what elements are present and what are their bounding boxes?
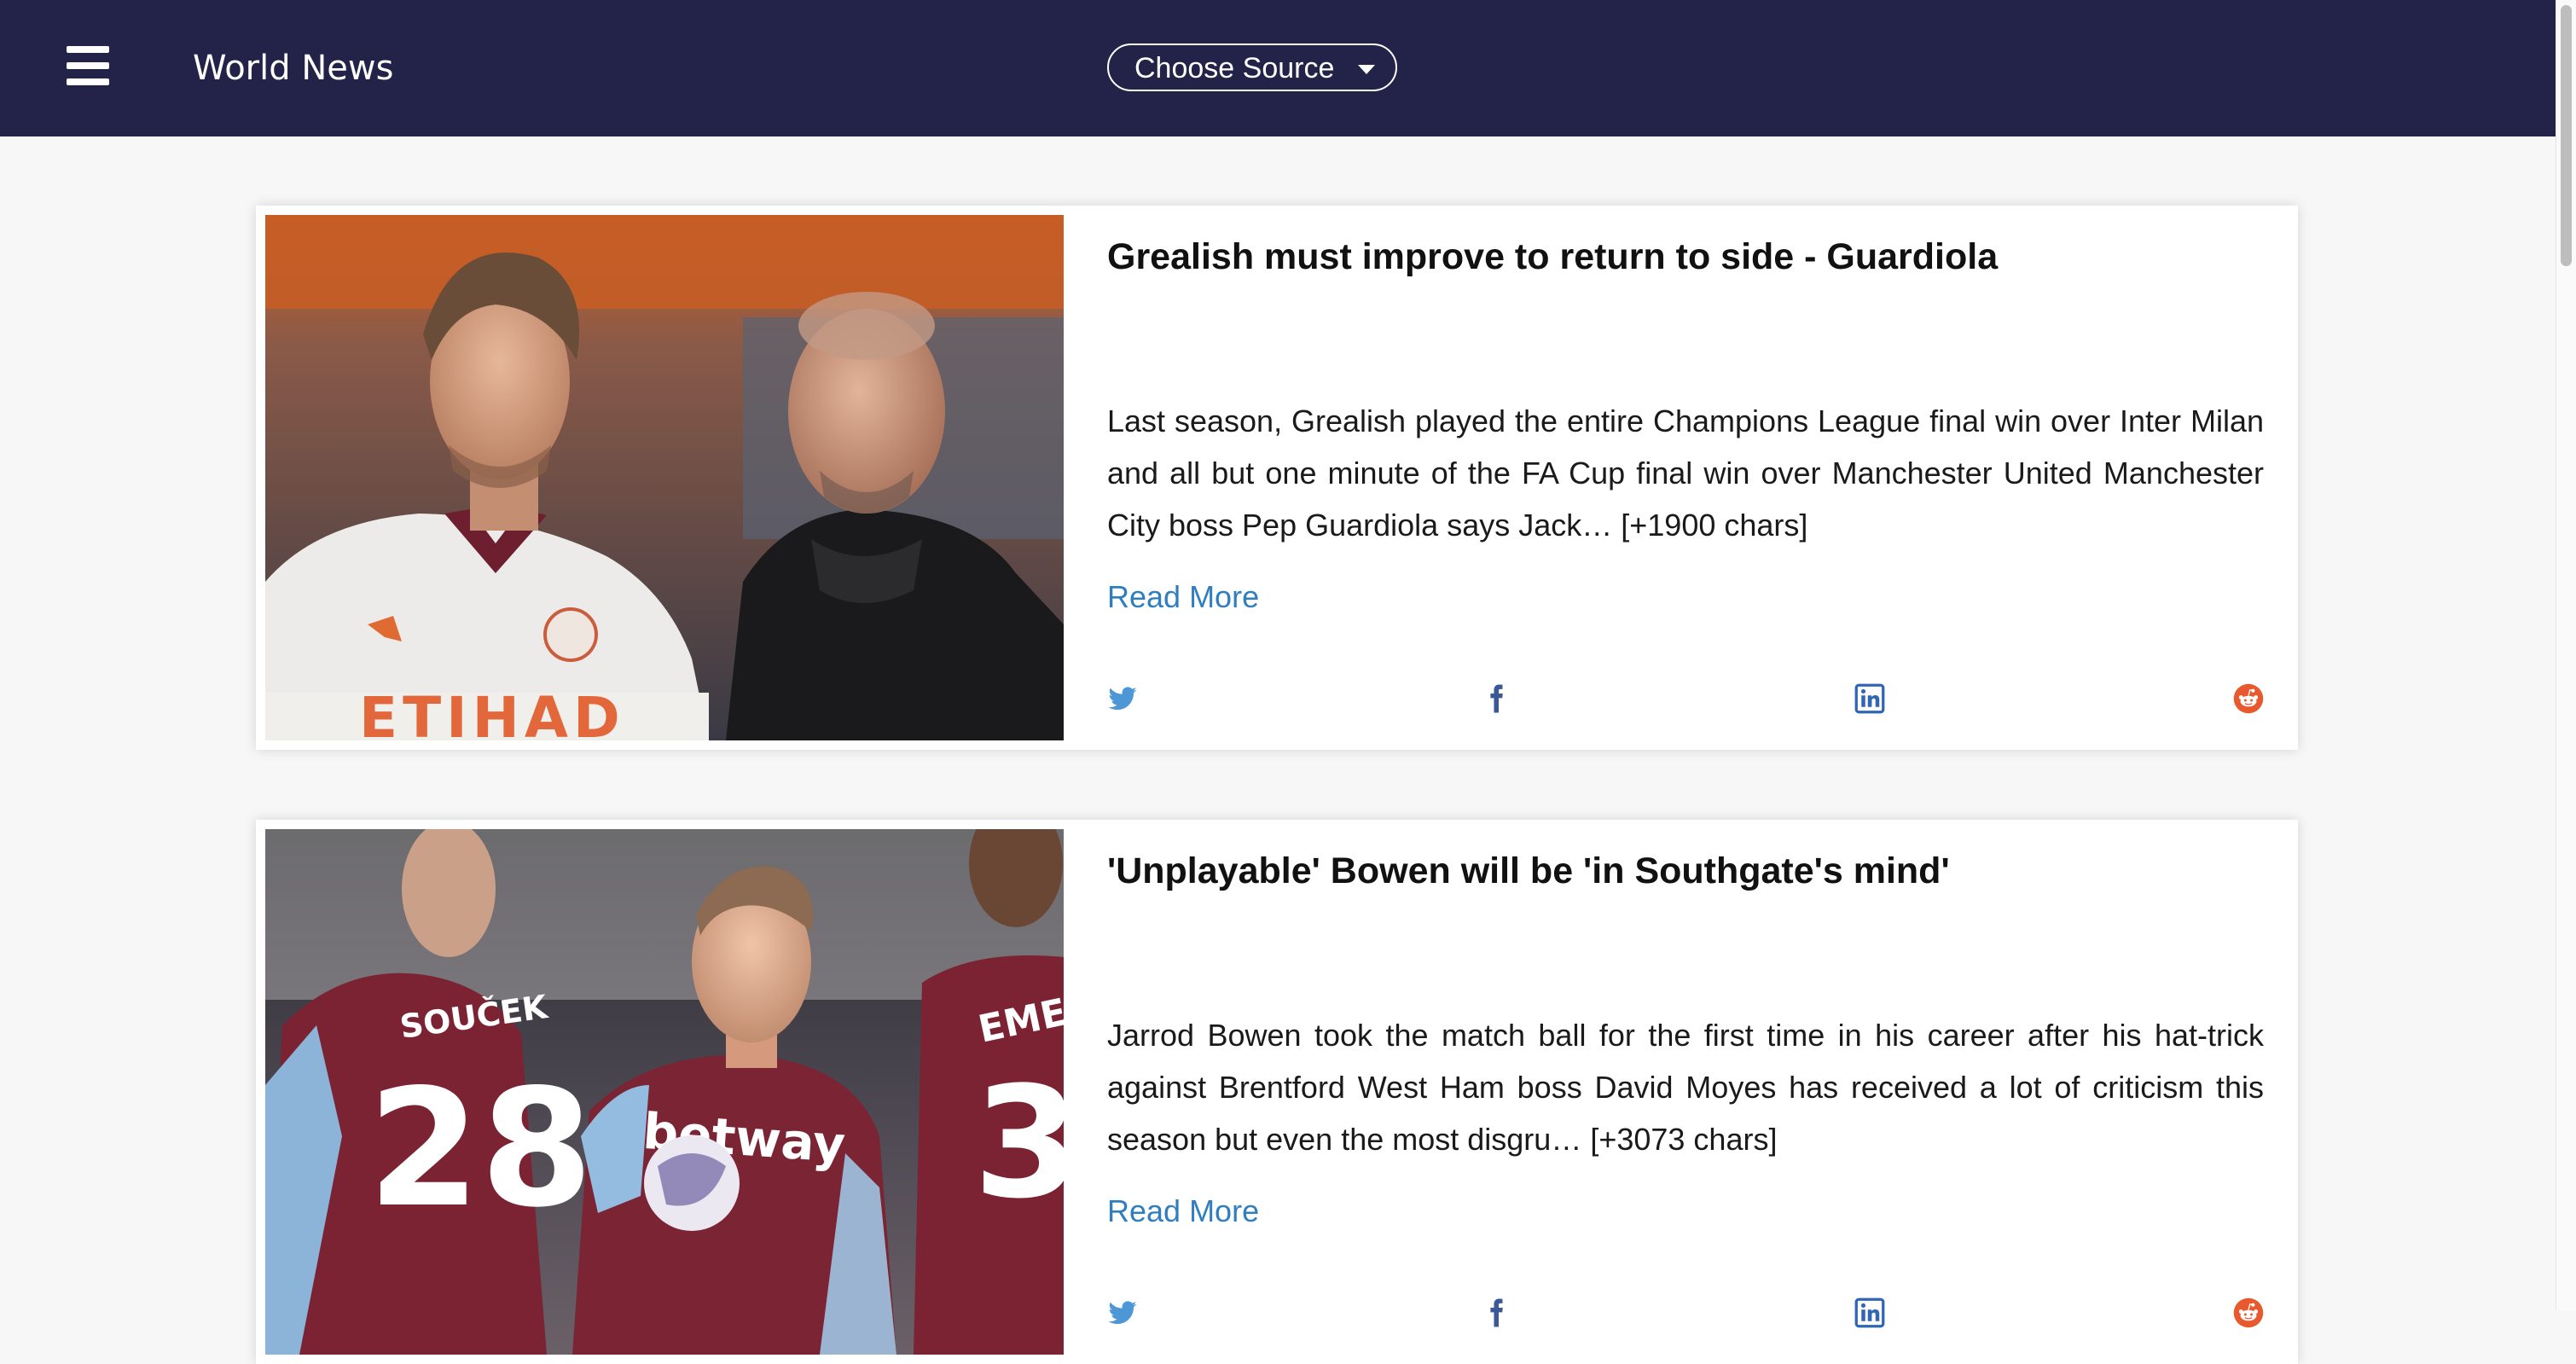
reddit-icon[interactable]	[2233, 1297, 2264, 1328]
article-image[interactable]: ETIHAD	[265, 215, 1064, 740]
news-card: SOUČEK 28 betway EMERS 33 'Unplayable' B…	[256, 820, 2298, 1364]
app-title: World News	[193, 49, 394, 88]
article-image[interactable]: SOUČEK 28 betway EMERS 33	[265, 829, 1064, 1355]
article-title[interactable]: 'Unplayable' Bowen will be 'in Southgate…	[1107, 847, 2259, 895]
choose-source-dropdown[interactable]: Choose Source	[1107, 44, 1397, 91]
twitter-icon[interactable]	[1107, 1297, 1138, 1328]
jersey-number-28: 28	[368, 1054, 593, 1243]
hamburger-menu-icon[interactable]	[67, 44, 109, 87]
article-photo: SOUČEK 28 betway EMERS 33	[265, 829, 1064, 1355]
read-more-link[interactable]: Read More	[1107, 1193, 1259, 1229]
twitter-icon[interactable]	[1107, 683, 1138, 714]
choose-source-label: Choose Source	[1134, 52, 1335, 84]
article-photo: ETIHAD	[265, 215, 1064, 740]
linkedin-icon[interactable]	[1854, 1297, 1885, 1328]
facebook-icon[interactable]	[1481, 683, 1511, 714]
article-title[interactable]: Grealish must improve to return to side …	[1107, 233, 2259, 281]
read-more-link[interactable]: Read More	[1107, 579, 1259, 615]
page-scrollbar[interactable]	[2556, 0, 2576, 1310]
linkedin-icon[interactable]	[1854, 683, 1885, 714]
article-description: Last season, Grealish played the entire …	[1107, 403, 2264, 543]
top-navbar: World News Choose Source	[0, 0, 2556, 136]
etihad-logo: ETIHAD	[359, 685, 625, 740]
news-card: ETIHAD Grealish must improve to return t…	[256, 206, 2298, 750]
reddit-icon[interactable]	[2233, 683, 2264, 714]
article-description: Jarrod Bowen took the match ball for the…	[1107, 1018, 2264, 1157]
chevron-down-icon	[1358, 65, 1375, 74]
scrollbar-thumb[interactable]	[2561, 5, 2572, 266]
facebook-icon[interactable]	[1481, 1297, 1511, 1328]
svg-text:33: 33	[973, 1054, 1064, 1233]
